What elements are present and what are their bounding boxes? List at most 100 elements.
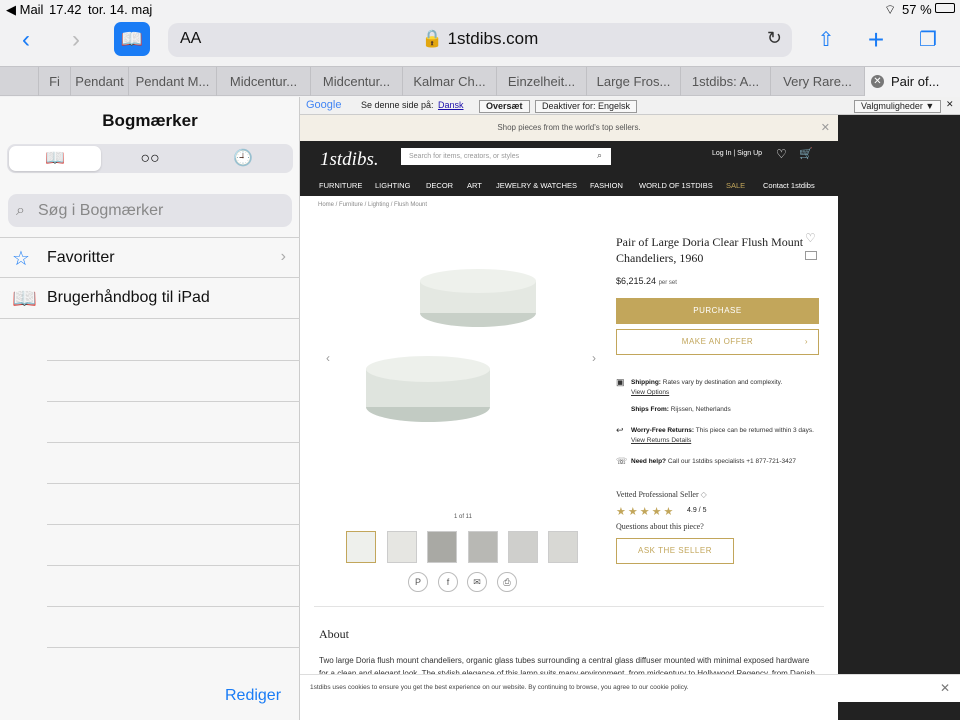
nav-sale[interactable]: SALE — [726, 181, 745, 190]
cart-icon[interactable]: 🛒 — [799, 147, 813, 160]
back-to-app[interactable]: ◀ Mail — [6, 2, 43, 18]
pinterest-icon[interactable]: P — [408, 572, 428, 592]
site-search-input[interactable]: Search for items, creators, or styles — [401, 148, 611, 165]
divider — [47, 401, 300, 402]
battery-level: 57 % — [902, 2, 932, 17]
nav-contact[interactable]: Contact 1stdibs — [763, 181, 815, 190]
clock: 17.42 — [49, 2, 82, 17]
tab[interactable]: Einzelheit... — [496, 67, 586, 96]
close-icon[interactable]: ✕ — [821, 115, 830, 141]
price: $6,215.24 per set — [616, 276, 677, 286]
nav-jewelry[interactable]: JEWELRY & WATCHES — [496, 181, 577, 190]
email-icon[interactable]: ✉ — [467, 572, 487, 592]
next-image-arrow[interactable]: › — [592, 351, 596, 365]
product-image[interactable] — [360, 245, 540, 455]
thumbnail[interactable] — [508, 531, 538, 563]
sidebar-item-label: Favoritter — [47, 249, 115, 266]
divider — [47, 483, 300, 484]
returns-info: Worry-Free Returns: This piece can be re… — [631, 426, 816, 446]
search-icon[interactable]: ⌕ — [597, 150, 602, 161]
tab-bar: Fi Pendant Pendant M... Midcentur... Mid… — [0, 66, 960, 96]
returns-label: Worry-Free Returns: — [631, 427, 695, 434]
translate-options-button[interactable]: Valgmuligheder ▼ — [854, 100, 942, 113]
disable-translate-button[interactable]: Deaktiver for: Engelsk — [535, 100, 638, 113]
return-icon: ↩ — [616, 425, 624, 435]
ask-seller-button[interactable]: ASK THE SELLER — [616, 538, 734, 564]
new-tab-icon[interactable]: + — [856, 20, 896, 60]
print-icon[interactable]: ⎙ — [497, 572, 517, 592]
nav-decor[interactable]: DECOR — [426, 181, 453, 190]
tab[interactable]: Large Fros... — [586, 67, 680, 96]
back-button[interactable]: ‹ — [6, 20, 46, 60]
language-select[interactable]: Dansk — [438, 100, 464, 110]
tab[interactable]: Pendant — [70, 67, 128, 96]
forward-button[interactable]: › — [56, 20, 96, 60]
history-tab-icon[interactable]: 🕘 — [197, 146, 289, 171]
close-icon[interactable]: ✕ — [940, 675, 950, 701]
bookmarks-button[interactable]: 📖 — [114, 22, 150, 56]
reading-list-tab-icon[interactable]: ○○ — [104, 146, 196, 171]
nav-world[interactable]: WORLD OF 1STDIBS — [639, 181, 713, 190]
vetted-text: Vetted Professional Seller — [616, 490, 699, 499]
prev-image-arrow[interactable]: ‹ — [326, 351, 330, 365]
help-label: Need help? — [631, 458, 667, 465]
shipping-label: Shipping: — [631, 379, 661, 386]
cookie-text: 1stdibs uses cookies to ensure you get t… — [310, 684, 689, 691]
promo-banner: Shop pieces from the world's top sellers… — [300, 115, 838, 141]
nav-furniture[interactable]: FURNITURE — [319, 181, 362, 190]
login-link[interactable]: Log In | Sign Up — [712, 150, 762, 157]
tab[interactable]: Pendant M... — [128, 67, 216, 96]
ships-from-label: Ships From: — [631, 406, 669, 413]
wifi-icon: ⌔ — [884, 2, 897, 17]
site-logo[interactable]: 1stdibs. — [320, 149, 379, 171]
nav-art[interactable]: ART — [467, 181, 482, 190]
translate-button[interactable]: Oversæt — [479, 100, 530, 113]
diamond-icon: ◇ — [700, 490, 707, 499]
view-options-link[interactable]: View Options — [631, 389, 669, 396]
sidebar-item-favorites[interactable]: ☆ Favoritter › — [0, 237, 300, 278]
breadcrumb[interactable]: Home / Furniture / Lighting / Flush Moun… — [318, 202, 427, 208]
date: tor. 14. maj — [88, 2, 153, 17]
nav-lighting[interactable]: LIGHTING — [375, 181, 410, 190]
heart-icon[interactable]: ♡ — [776, 147, 787, 161]
google-translate-bar: Google Se denne side på: Dansk Oversæt D… — [300, 97, 960, 115]
folder-icon[interactable] — [805, 251, 817, 260]
tab[interactable]: 1stdibs: A... — [680, 67, 770, 96]
sidebar-item-ipad-guide[interactable]: 📖 Brugerhåndbog til iPad — [0, 278, 300, 319]
edit-button[interactable]: Rediger — [225, 687, 281, 705]
make-offer-button[interactable]: MAKE AN OFFER › — [616, 329, 819, 355]
segmented-control: 📖 ○○ 🕘 — [7, 144, 293, 173]
make-offer-label: MAKE AN OFFER — [681, 337, 754, 346]
thumbnail[interactable] — [468, 531, 498, 563]
close-tab-icon[interactable]: ✕ — [871, 75, 884, 88]
favorite-heart-icon[interactable]: ♡ — [805, 231, 816, 245]
reload-icon[interactable]: ↻ — [767, 28, 782, 49]
thumbnail[interactable] — [387, 531, 417, 563]
address-bar[interactable]: AA 🔒 1stdibs.com ↻ — [168, 23, 792, 57]
tab[interactable]: Fi — [38, 67, 70, 96]
divider — [47, 565, 300, 566]
tab[interactable]: Very Rare... — [770, 67, 864, 96]
divider — [314, 606, 824, 607]
divider — [47, 647, 300, 648]
bookmarks-tab-icon[interactable]: 📖 — [9, 146, 101, 171]
bookmarks-sidebar: Bogmærker 📖 ○○ 🕘 ⌕ Søg i Bogmærker ☆ Favo… — [0, 97, 300, 720]
tab[interactable]: Midcentur... — [310, 67, 402, 96]
sidebar-item-label: Brugerhåndbog til iPad — [47, 289, 210, 306]
browser-toolbar: ‹ › 📖 AA 🔒 1stdibs.com ↻ ⇧ + ❐ — [0, 20, 960, 66]
tab-label: Pair of... — [891, 74, 940, 89]
share-icon[interactable]: ⇧ — [806, 20, 846, 60]
thumbnail[interactable] — [346, 531, 376, 563]
tab-active[interactable]: ✕ Pair of... — [864, 67, 960, 96]
thumbnail[interactable] — [427, 531, 457, 563]
tab[interactable]: Midcentur... — [216, 67, 310, 96]
close-icon[interactable]: ✕ — [946, 99, 954, 110]
nav-fashion[interactable]: FASHION — [590, 181, 623, 190]
thumbnail[interactable] — [548, 531, 578, 563]
tabs-overview-icon[interactable]: ❐ — [908, 20, 948, 60]
tab[interactable]: Kalmar Ch... — [402, 67, 496, 96]
returns-link[interactable]: View Returns Details — [631, 437, 691, 444]
facebook-icon[interactable]: f — [438, 572, 458, 592]
purchase-button[interactable]: PURCHASE — [616, 298, 819, 324]
bookmarks-search-input[interactable]: ⌕ Søg i Bogmærker — [8, 194, 292, 227]
